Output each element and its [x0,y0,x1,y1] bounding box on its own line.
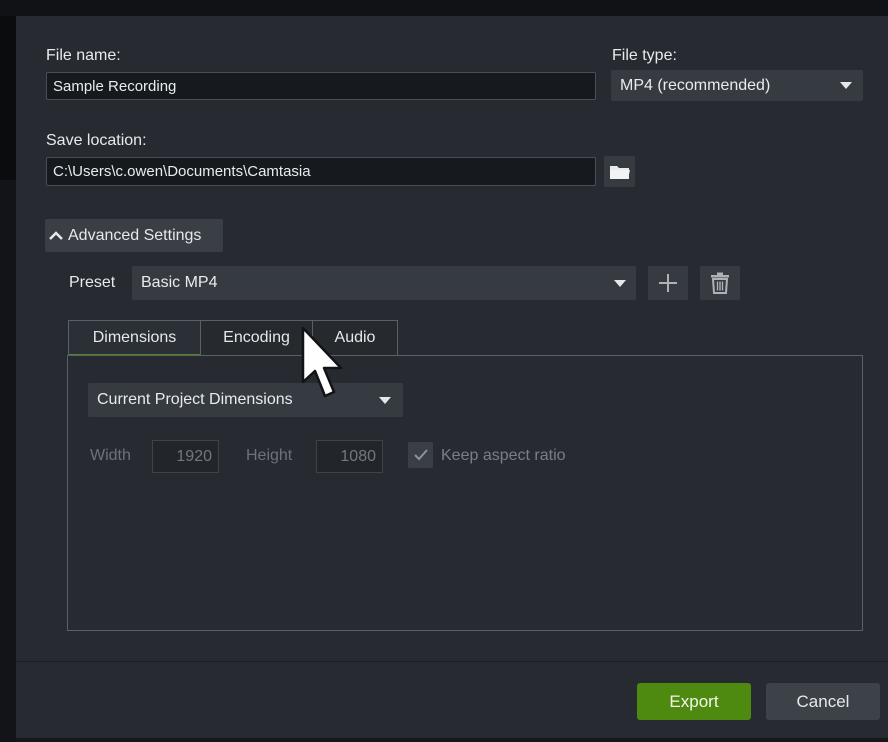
width-field[interactable]: 1920 [152,440,219,473]
keep-aspect-checkbox[interactable] [408,442,433,468]
tab-encoding-label: Encoding [223,329,290,346]
advanced-settings-toggle[interactable]: Advanced Settings [45,219,223,252]
save-location-field[interactable]: C:\Users\c.owen\Documents\Camtasia [46,157,596,186]
tab-dimensions-label: Dimensions [92,329,177,346]
width-label: Width [90,447,131,464]
preset-label: Preset [69,274,116,291]
app-background-left [0,16,16,742]
preset-selected: Basic MP4 [141,274,218,291]
chevron-up-icon [49,230,63,240]
caret-down-icon [840,82,852,89]
save-location-label: Save location: [46,132,147,149]
file-name-field[interactable]: Sample Recording [46,72,596,100]
caret-down-icon [614,280,626,287]
caret-down-icon [379,397,391,404]
footer-divider [16,661,888,662]
keep-aspect-label: Keep aspect ratio [441,447,566,464]
plus-icon [659,274,677,292]
check-icon [413,449,428,461]
trash-icon [711,272,729,294]
cancel-button[interactable]: Cancel [766,683,880,720]
file-type-selected: MP4 (recommended) [620,76,771,94]
preset-dropdown[interactable]: Basic MP4 [132,266,636,300]
dimensions-mode-selected: Current Project Dimensions [97,391,293,408]
tab-encoding[interactable]: Encoding [200,320,313,355]
delete-preset-button[interactable] [700,266,740,300]
advanced-settings-label: Advanced Settings [68,226,202,244]
browse-folder-button[interactable] [604,156,635,187]
mouse-cursor-icon [301,326,343,398]
file-name-label: File name: [46,47,121,64]
app-background-top [0,0,888,16]
add-preset-button[interactable] [648,266,688,300]
file-type-dropdown[interactable]: MP4 (recommended) [611,70,863,101]
tab-dimensions[interactable]: Dimensions [68,320,201,357]
dimensions-mode-dropdown[interactable]: Current Project Dimensions [88,383,403,417]
height-label: Height [246,447,293,464]
file-type-label: File type: [612,47,677,64]
folder-icon [609,165,630,179]
height-field[interactable]: 1080 [316,440,383,473]
export-button[interactable]: Export [637,683,751,720]
